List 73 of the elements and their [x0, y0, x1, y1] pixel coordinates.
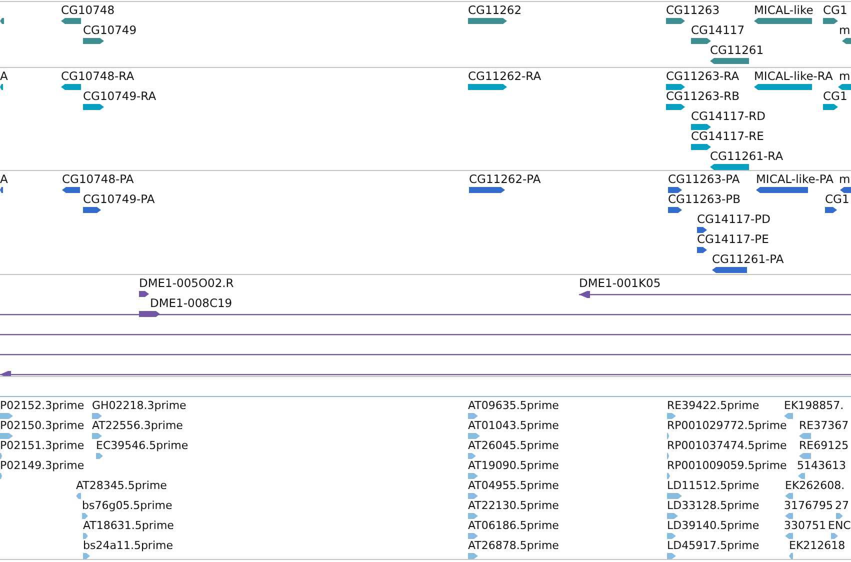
feature-label: CG10749	[83, 24, 137, 37]
feature-label: EK262608.	[785, 479, 845, 492]
feature-label: EK198857.	[784, 399, 844, 412]
feature-label: AT26045.5prime	[468, 439, 559, 452]
feature-label: bs24a11.5prime	[83, 539, 173, 552]
feature-label: P02150.3prime	[0, 419, 84, 432]
feature-label: CG14117-RD	[691, 110, 766, 123]
feature-label: DME1-005O02.R	[139, 277, 234, 290]
feature-label: 5143613	[797, 459, 846, 472]
feature-label: CG14117-RE	[691, 130, 764, 143]
feature-label: m	[839, 173, 850, 186]
feature-label: CG11263-PB	[668, 193, 740, 206]
feature-label: m	[839, 70, 850, 83]
feature-label: 27	[835, 499, 849, 512]
feature-label: CG10749-PA	[83, 193, 155, 206]
feature-label: m	[839, 24, 850, 37]
feature-label: P02152.3prime	[0, 399, 84, 412]
feature-label: CG11261-PA	[712, 253, 784, 266]
feature-label: LD11512.5prime	[667, 479, 760, 492]
feature-label: LD39140.5prime	[667, 519, 760, 532]
feature-label: P02151.3prime	[0, 439, 84, 452]
feature-label: CG11262-RA	[468, 70, 542, 83]
feature-label: CG10749-RA	[83, 90, 156, 103]
feature-label: CG10748-RA	[61, 70, 134, 83]
feature-label: RE37367	[799, 419, 849, 432]
feature-label: AT06186.5prime	[468, 519, 559, 532]
feature-label: CG11263	[666, 4, 720, 17]
feature-label: AT19090.5prime	[468, 459, 559, 472]
feature-label: CG11263-RB	[666, 90, 740, 103]
feature-label: CG1	[825, 193, 850, 206]
feature-label: RP001029772.5prime	[667, 419, 787, 432]
feature-label: AT01043.5prime	[468, 419, 559, 432]
feature-label: A	[0, 173, 8, 186]
feature-label: CG10748	[61, 4, 115, 17]
feature-label: CG14117	[691, 24, 745, 37]
feature-label: CG11261	[710, 44, 764, 57]
feature-label: 3176795	[784, 499, 833, 512]
feature-label: CG14117-PD	[697, 213, 770, 226]
feature-label: CG1	[823, 90, 848, 103]
feature-label: AT28345.5prime	[76, 479, 167, 492]
feature-label: LD33128.5prime	[667, 499, 760, 512]
feature-label: RE69125	[799, 439, 849, 452]
feature-label: LD45917.5prime	[667, 539, 760, 552]
feature-label: 330751	[784, 519, 826, 532]
feature-label: AT22130.5prime	[468, 499, 559, 512]
feature-label: CG11262-PA	[469, 173, 541, 186]
feature-label: MICAL-like-PA	[756, 173, 834, 186]
feature-label: RP001009059.5prime	[667, 459, 787, 472]
feature-label: AT09635.5prime	[468, 399, 559, 412]
feature-label: DME1-008C19	[150, 297, 232, 310]
feature-label: CG14117-PE	[697, 233, 769, 246]
feature-label: EK212618	[789, 539, 846, 552]
feature-label: DME1-001K05	[579, 277, 661, 290]
feature-label: CG11263-PA	[668, 173, 740, 186]
feature-label: RP001037474.5prime	[667, 439, 787, 452]
feature-label: EC39546.5prime	[96, 439, 188, 452]
feature-label: MICAL-like	[754, 4, 814, 17]
feature-label: CG1	[823, 4, 848, 17]
feature-label: CG11261-RA	[710, 150, 784, 163]
feature-label: AT26878.5prime	[468, 539, 559, 552]
feature-label: A	[0, 70, 8, 83]
feature-label: P02149.3prime	[0, 459, 84, 472]
feature-label: AT18631.5prime	[83, 519, 174, 532]
feature-label: CG11262	[468, 4, 522, 17]
feature-label: bs76g05.5prime	[82, 499, 172, 512]
feature-label: RE39422.5prime	[667, 399, 760, 412]
feature-label: CG11263-RA	[666, 70, 740, 83]
feature-label: CG10748-PA	[62, 173, 134, 186]
feature-label: MICAL-like-RA	[754, 70, 833, 83]
feature-label: AT04955.5prime	[468, 479, 559, 492]
feature-label: ENC	[828, 519, 851, 532]
feature-label: GH02218.3prime	[92, 399, 186, 412]
feature-label: AT22556.3prime	[92, 419, 183, 432]
